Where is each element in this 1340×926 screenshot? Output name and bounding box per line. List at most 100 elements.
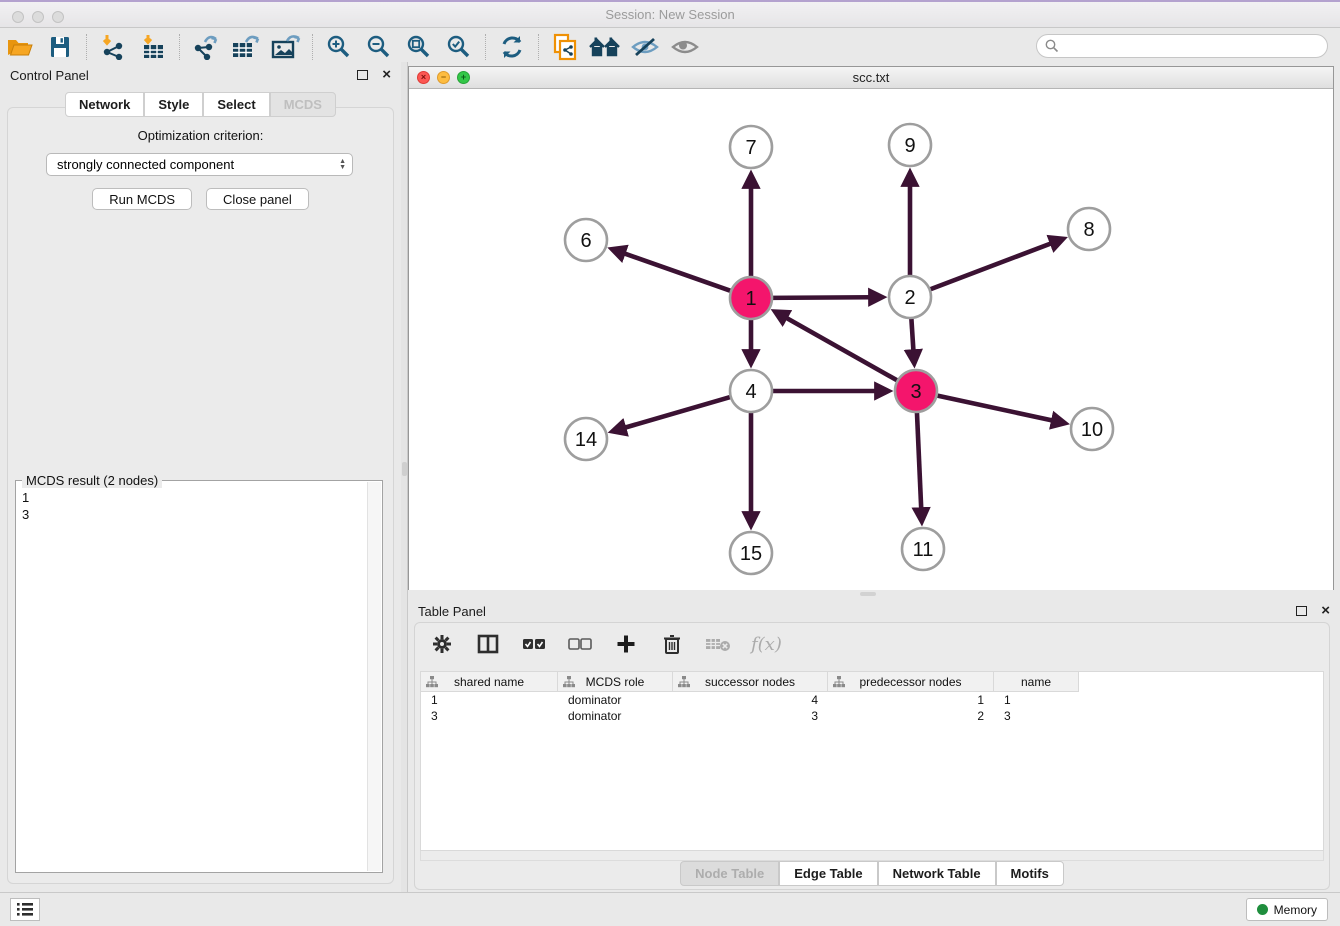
tab-select[interactable]: Select — [203, 92, 269, 117]
optimization-criterion-dropdown[interactable]: strongly connected component ▲▼ — [46, 153, 353, 176]
close-panel-icon[interactable]: × — [1321, 606, 1330, 616]
tab-network[interactable]: Network — [65, 92, 144, 117]
edge-3-10[interactable] — [935, 395, 1055, 421]
maximize-network-icon[interactable]: + — [457, 71, 470, 84]
add-row-icon[interactable] — [613, 631, 639, 657]
clone-network-icon[interactable] — [545, 32, 585, 62]
cell-successor-nodes[interactable]: 4 — [673, 692, 828, 708]
close-panel-button[interactable]: Close panel — [206, 188, 309, 210]
cell-MCDS-role[interactable]: dominator — [558, 692, 673, 708]
apply-layout-icon[interactable] — [492, 32, 532, 62]
show-all-icon[interactable] — [665, 32, 705, 62]
edge-3-11[interactable] — [917, 410, 921, 511]
cell-MCDS-role[interactable]: dominator — [558, 708, 673, 724]
tab-network-table[interactable]: Network Table — [878, 861, 996, 886]
minimize-window-icon[interactable] — [32, 11, 44, 23]
cell-name[interactable]: 3 — [994, 708, 1079, 724]
node-3[interactable]: 3 — [895, 370, 937, 412]
mcds-result-text[interactable]: 1 3 — [22, 489, 366, 870]
splitter-handle[interactable] — [860, 592, 876, 596]
search-icon — [1045, 39, 1059, 53]
zoom-fit-icon[interactable] — [399, 32, 439, 62]
node-9[interactable]: 9 — [889, 124, 931, 166]
import-network-icon[interactable] — [93, 32, 133, 62]
float-panel-icon[interactable] — [357, 70, 368, 80]
node-1[interactable]: 1 — [730, 277, 772, 319]
delete-table-icon[interactable] — [705, 631, 731, 657]
first-neighbors-icon[interactable] — [585, 32, 625, 62]
tab-mcds[interactable]: MCDS — [270, 92, 336, 117]
export-network-icon[interactable] — [186, 32, 226, 62]
edge-4-14[interactable] — [622, 396, 732, 428]
open-session-icon[interactable] — [0, 32, 40, 62]
zoom-selected-icon[interactable] — [439, 32, 479, 62]
table-row[interactable]: 1dominator411 — [421, 692, 1323, 708]
tab-style[interactable]: Style — [144, 92, 203, 117]
close-panel-icon[interactable]: × — [382, 70, 391, 80]
function-builder-icon[interactable]: f(x) — [751, 634, 782, 655]
node-table[interactable]: shared nameMCDS rolesuccessor nodes prede… — [420, 671, 1324, 851]
search-box[interactable] — [1036, 34, 1328, 58]
export-image-icon[interactable] — [266, 32, 306, 62]
vertical-splitter[interactable] — [401, 62, 408, 892]
node-14[interactable]: 14 — [565, 418, 607, 460]
cell-shared-name[interactable]: 1 — [421, 692, 558, 708]
edge-1-6[interactable] — [622, 253, 733, 292]
column-label: predecessor nodes — [859, 675, 961, 689]
select-all-icon[interactable] — [521, 631, 547, 657]
network-window-titlebar[interactable]: × − + scc.txt — [409, 67, 1333, 89]
edge-1-2[interactable] — [770, 297, 872, 298]
hide-selected-icon[interactable] — [625, 32, 665, 62]
delete-row-icon[interactable] — [659, 631, 685, 657]
task-history-button[interactable] — [10, 898, 40, 921]
export-table-icon[interactable] — [226, 32, 266, 62]
edge-2-8[interactable] — [928, 242, 1054, 290]
close-window-icon[interactable] — [12, 11, 24, 23]
column-header-predecessor-nodes[interactable]: predecessor nodes — [828, 672, 994, 692]
cell-predecessor-nodes[interactable]: 1 — [828, 692, 994, 708]
settings-gear-icon[interactable] — [429, 631, 455, 657]
import-table-icon[interactable] — [133, 32, 173, 62]
cell-name[interactable]: 1 — [994, 692, 1079, 708]
save-session-icon[interactable] — [40, 32, 80, 62]
network-graph[interactable]: 7 9 6 8 1 2 4 3 14 10 15 11 — [409, 89, 1333, 590]
node-2[interactable]: 2 — [889, 276, 931, 318]
edge-3-1[interactable] — [784, 317, 899, 382]
maximize-window-icon[interactable] — [52, 11, 64, 23]
node-4[interactable]: 4 — [730, 370, 772, 412]
column-header-shared-name[interactable]: shared name — [421, 672, 558, 692]
tab-motifs[interactable]: Motifs — [996, 861, 1064, 886]
result-scrollbar[interactable] — [367, 482, 381, 871]
cell-predecessor-nodes[interactable]: 2 — [828, 708, 994, 724]
minimize-network-icon[interactable]: − — [437, 71, 450, 84]
column-header-successor-nodes[interactable]: successor nodes — [673, 672, 828, 692]
edge-2-3[interactable] — [911, 316, 913, 353]
tab-edge-table[interactable]: Edge Table — [779, 861, 877, 886]
column-header-MCDS-role[interactable]: MCDS role — [558, 672, 673, 692]
network-canvas[interactable]: 7 9 6 8 1 2 4 3 14 10 15 11 — [409, 89, 1333, 590]
table-row[interactable]: 3dominator323 — [421, 708, 1323, 724]
show-columns-icon[interactable] — [475, 631, 501, 657]
deselect-all-icon[interactable] — [567, 631, 593, 657]
node-11[interactable]: 11 — [902, 528, 944, 570]
zoom-in-icon[interactable] — [319, 32, 359, 62]
node-10[interactable]: 10 — [1071, 408, 1113, 450]
tab-node-table[interactable]: Node Table — [680, 861, 779, 886]
close-network-icon[interactable]: × — [417, 71, 430, 84]
run-mcds-button[interactable]: Run MCDS — [92, 188, 192, 210]
cell-shared-name[interactable]: 3 — [421, 708, 558, 724]
svg-text:8: 8 — [1083, 219, 1094, 241]
cell-successor-nodes[interactable]: 3 — [673, 708, 828, 724]
zoom-out-icon[interactable] — [359, 32, 399, 62]
window-controls[interactable] — [12, 11, 64, 23]
horizontal-splitter[interactable] — [408, 590, 1340, 598]
node-8[interactable]: 8 — [1068, 208, 1110, 250]
float-panel-icon[interactable] — [1296, 606, 1307, 616]
node-15[interactable]: 15 — [730, 532, 772, 574]
node-7[interactable]: 7 — [730, 126, 772, 168]
node-6[interactable]: 6 — [565, 219, 607, 261]
column-header-name[interactable]: name — [994, 672, 1079, 692]
memory-button[interactable]: Memory — [1246, 898, 1328, 921]
search-input[interactable] — [1063, 39, 1327, 54]
splitter-handle[interactable] — [402, 462, 407, 476]
